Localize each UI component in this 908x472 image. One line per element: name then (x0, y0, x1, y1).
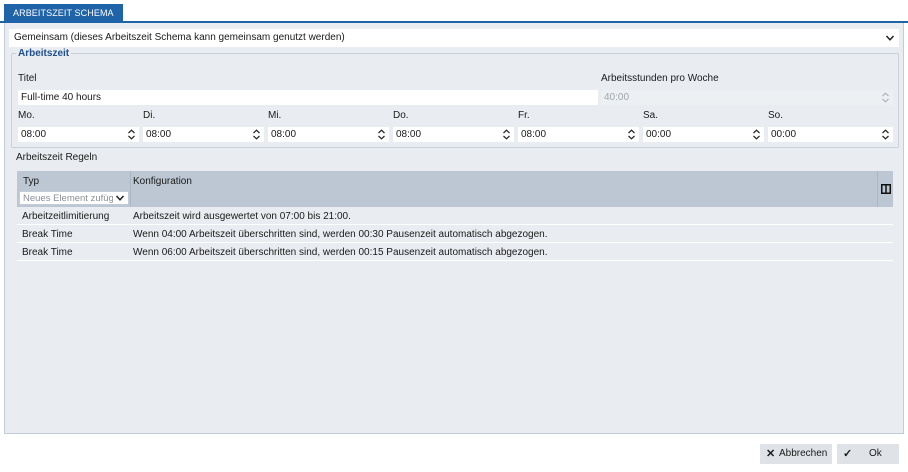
day-input-value: 08:00 (21, 129, 47, 140)
spinner-icon[interactable] (881, 129, 890, 140)
day-input-value: 00:00 (646, 129, 672, 140)
close-icon: ✕ (766, 448, 776, 460)
table-row[interactable]: Break Time Wenn 06:00 Arbeitszeit übersc… (17, 244, 893, 261)
day-label-sa: Sa. (643, 110, 659, 121)
day-label-fr: Fr. (518, 110, 530, 121)
check-icon: ✓ (843, 448, 853, 460)
spinner-icon[interactable] (252, 129, 261, 140)
column-divider (130, 171, 131, 207)
day-input-mi[interactable]: 08:00 (268, 127, 389, 142)
spinner-icon[interactable] (377, 129, 386, 140)
row-konfiguration: Wenn 06:00 Arbeitszeit überschritten sin… (133, 247, 548, 258)
titel-label: Titel (18, 73, 37, 84)
day-label-so: So. (768, 110, 784, 121)
day-input-value: 08:00 (271, 129, 297, 140)
columns-icon[interactable] (881, 184, 891, 194)
dialog-footer: ✕ Abbrechen ✓ Ok (0, 434, 908, 472)
arbeitszeit-legend: Arbeitszeit (18, 48, 70, 59)
titel-input-value: Full-time 40 hours (21, 92, 102, 103)
column-divider (877, 171, 878, 207)
spinner-icon[interactable] (627, 129, 636, 140)
row-typ: Break Time (22, 247, 73, 258)
day-label-mi: Mi. (268, 110, 282, 121)
day-input-value: 08:00 (146, 129, 172, 140)
ok-button-label: Ok (869, 448, 882, 459)
row-typ: Break Time (22, 229, 73, 240)
spinner-icon[interactable] (502, 129, 511, 140)
ok-button[interactable]: ✓ Ok (837, 444, 899, 464)
day-input-fr[interactable]: 08:00 (518, 127, 639, 142)
day-input-so[interactable]: 00:00 (768, 127, 893, 142)
stunden-label: Arbeitsstunden pro Woche (601, 73, 719, 84)
day-label-do: Do. (393, 110, 409, 121)
row-konfiguration: Arbeitszeit wird ausgewertet von 07:00 b… (133, 211, 351, 222)
day-input-value: 08:00 (521, 129, 547, 140)
spinner-icon (881, 92, 890, 103)
column-header-konfiguration[interactable]: Konfiguration (133, 176, 192, 187)
titel-input[interactable]: Full-time 40 hours (18, 90, 598, 105)
stunden-input-value: 40:00 (604, 92, 630, 103)
day-label-mo: Mo. (18, 110, 35, 121)
table-row[interactable]: Arbeitzeitlimitierung Arbeitszeit wird a… (17, 208, 893, 225)
add-element-dropdown[interactable]: Neues Element zufügen (19, 191, 129, 205)
day-input-value: 00:00 (771, 129, 797, 140)
day-input-mo[interactable]: 08:00 (18, 127, 139, 142)
cancel-button-label: Abbrechen (779, 448, 828, 459)
tab-arbeitszeit-schema[interactable]: ARBEITSZEIT SCHEMA (4, 4, 123, 23)
regeln-title: Arbeitszeit Regeln (16, 152, 98, 163)
scope-select[interactable]: Gemeinsam (dieses Arbeitszeit Schema kan… (9, 29, 899, 47)
arbeitszeit-fieldset: Arbeitszeit Titel Full-time 40 hours Arb… (11, 48, 899, 148)
chevron-down-icon (115, 193, 125, 203)
day-input-sa[interactable]: 00:00 (643, 127, 764, 142)
day-input-value: 08:00 (396, 129, 422, 140)
regeln-grid-header: Typ Konfiguration Neues Element zufügen (17, 171, 893, 207)
add-element-placeholder: Neues Element zufügen (23, 193, 113, 204)
main-panel: Gemeinsam (dieses Arbeitszeit Schema kan… (4, 23, 904, 434)
spinner-icon[interactable] (127, 129, 136, 140)
stunden-input[interactable]: 40:00 (601, 90, 893, 105)
row-typ: Arbeitzeitlimitierung (22, 211, 110, 222)
column-header-typ[interactable]: Typ (23, 176, 39, 187)
table-row[interactable]: Break Time Wenn 04:00 Arbeitszeit übersc… (17, 226, 893, 243)
day-label-di: Di. (143, 110, 156, 121)
scope-select-value: Gemeinsam (dieses Arbeitszeit Schema kan… (14, 32, 345, 43)
chevron-down-icon (885, 33, 895, 43)
spinner-icon[interactable] (752, 129, 761, 140)
day-input-di[interactable]: 08:00 (143, 127, 264, 142)
tab-bar: ARBEITSZEIT SCHEMA (0, 0, 908, 23)
day-input-do[interactable]: 08:00 (393, 127, 514, 142)
cancel-button[interactable]: ✕ Abbrechen (760, 444, 832, 464)
row-konfiguration: Wenn 04:00 Arbeitszeit überschritten sin… (133, 229, 548, 240)
